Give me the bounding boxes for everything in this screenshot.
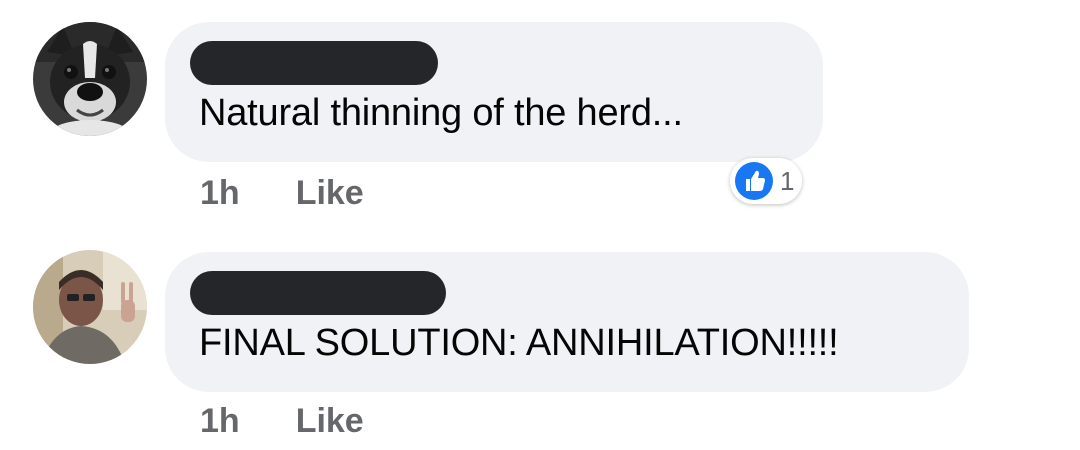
reaction-summary[interactable]: 1 (730, 158, 803, 204)
dog-avatar-image (33, 22, 147, 136)
comment-actions: 1h Like (200, 174, 364, 213)
comment-text: Natural thinning of the herd... (199, 92, 683, 134)
comment-bubble: FINAL SOLUTION: ANNIHILATION!!!!! (165, 252, 969, 392)
like-button[interactable]: Like (296, 174, 364, 213)
thumbs-up-icon (734, 161, 774, 201)
comment-bubble: Natural thinning of the herd... (165, 22, 823, 162)
comment-timestamp: 1h (200, 174, 240, 212)
comment-actions: 1h Like (200, 402, 364, 441)
comment-text: FINAL SOLUTION: ANNIHILATION!!!!! (199, 322, 839, 364)
reaction-count: 1 (780, 165, 795, 196)
avatar[interactable] (33, 22, 147, 136)
like-button[interactable]: Like (296, 402, 364, 441)
redacted-author-name (190, 41, 438, 85)
redacted-author-name (190, 271, 446, 315)
avatar[interactable] (33, 250, 147, 364)
man-avatar-image (33, 250, 147, 364)
comment-timestamp: 1h (200, 402, 240, 440)
